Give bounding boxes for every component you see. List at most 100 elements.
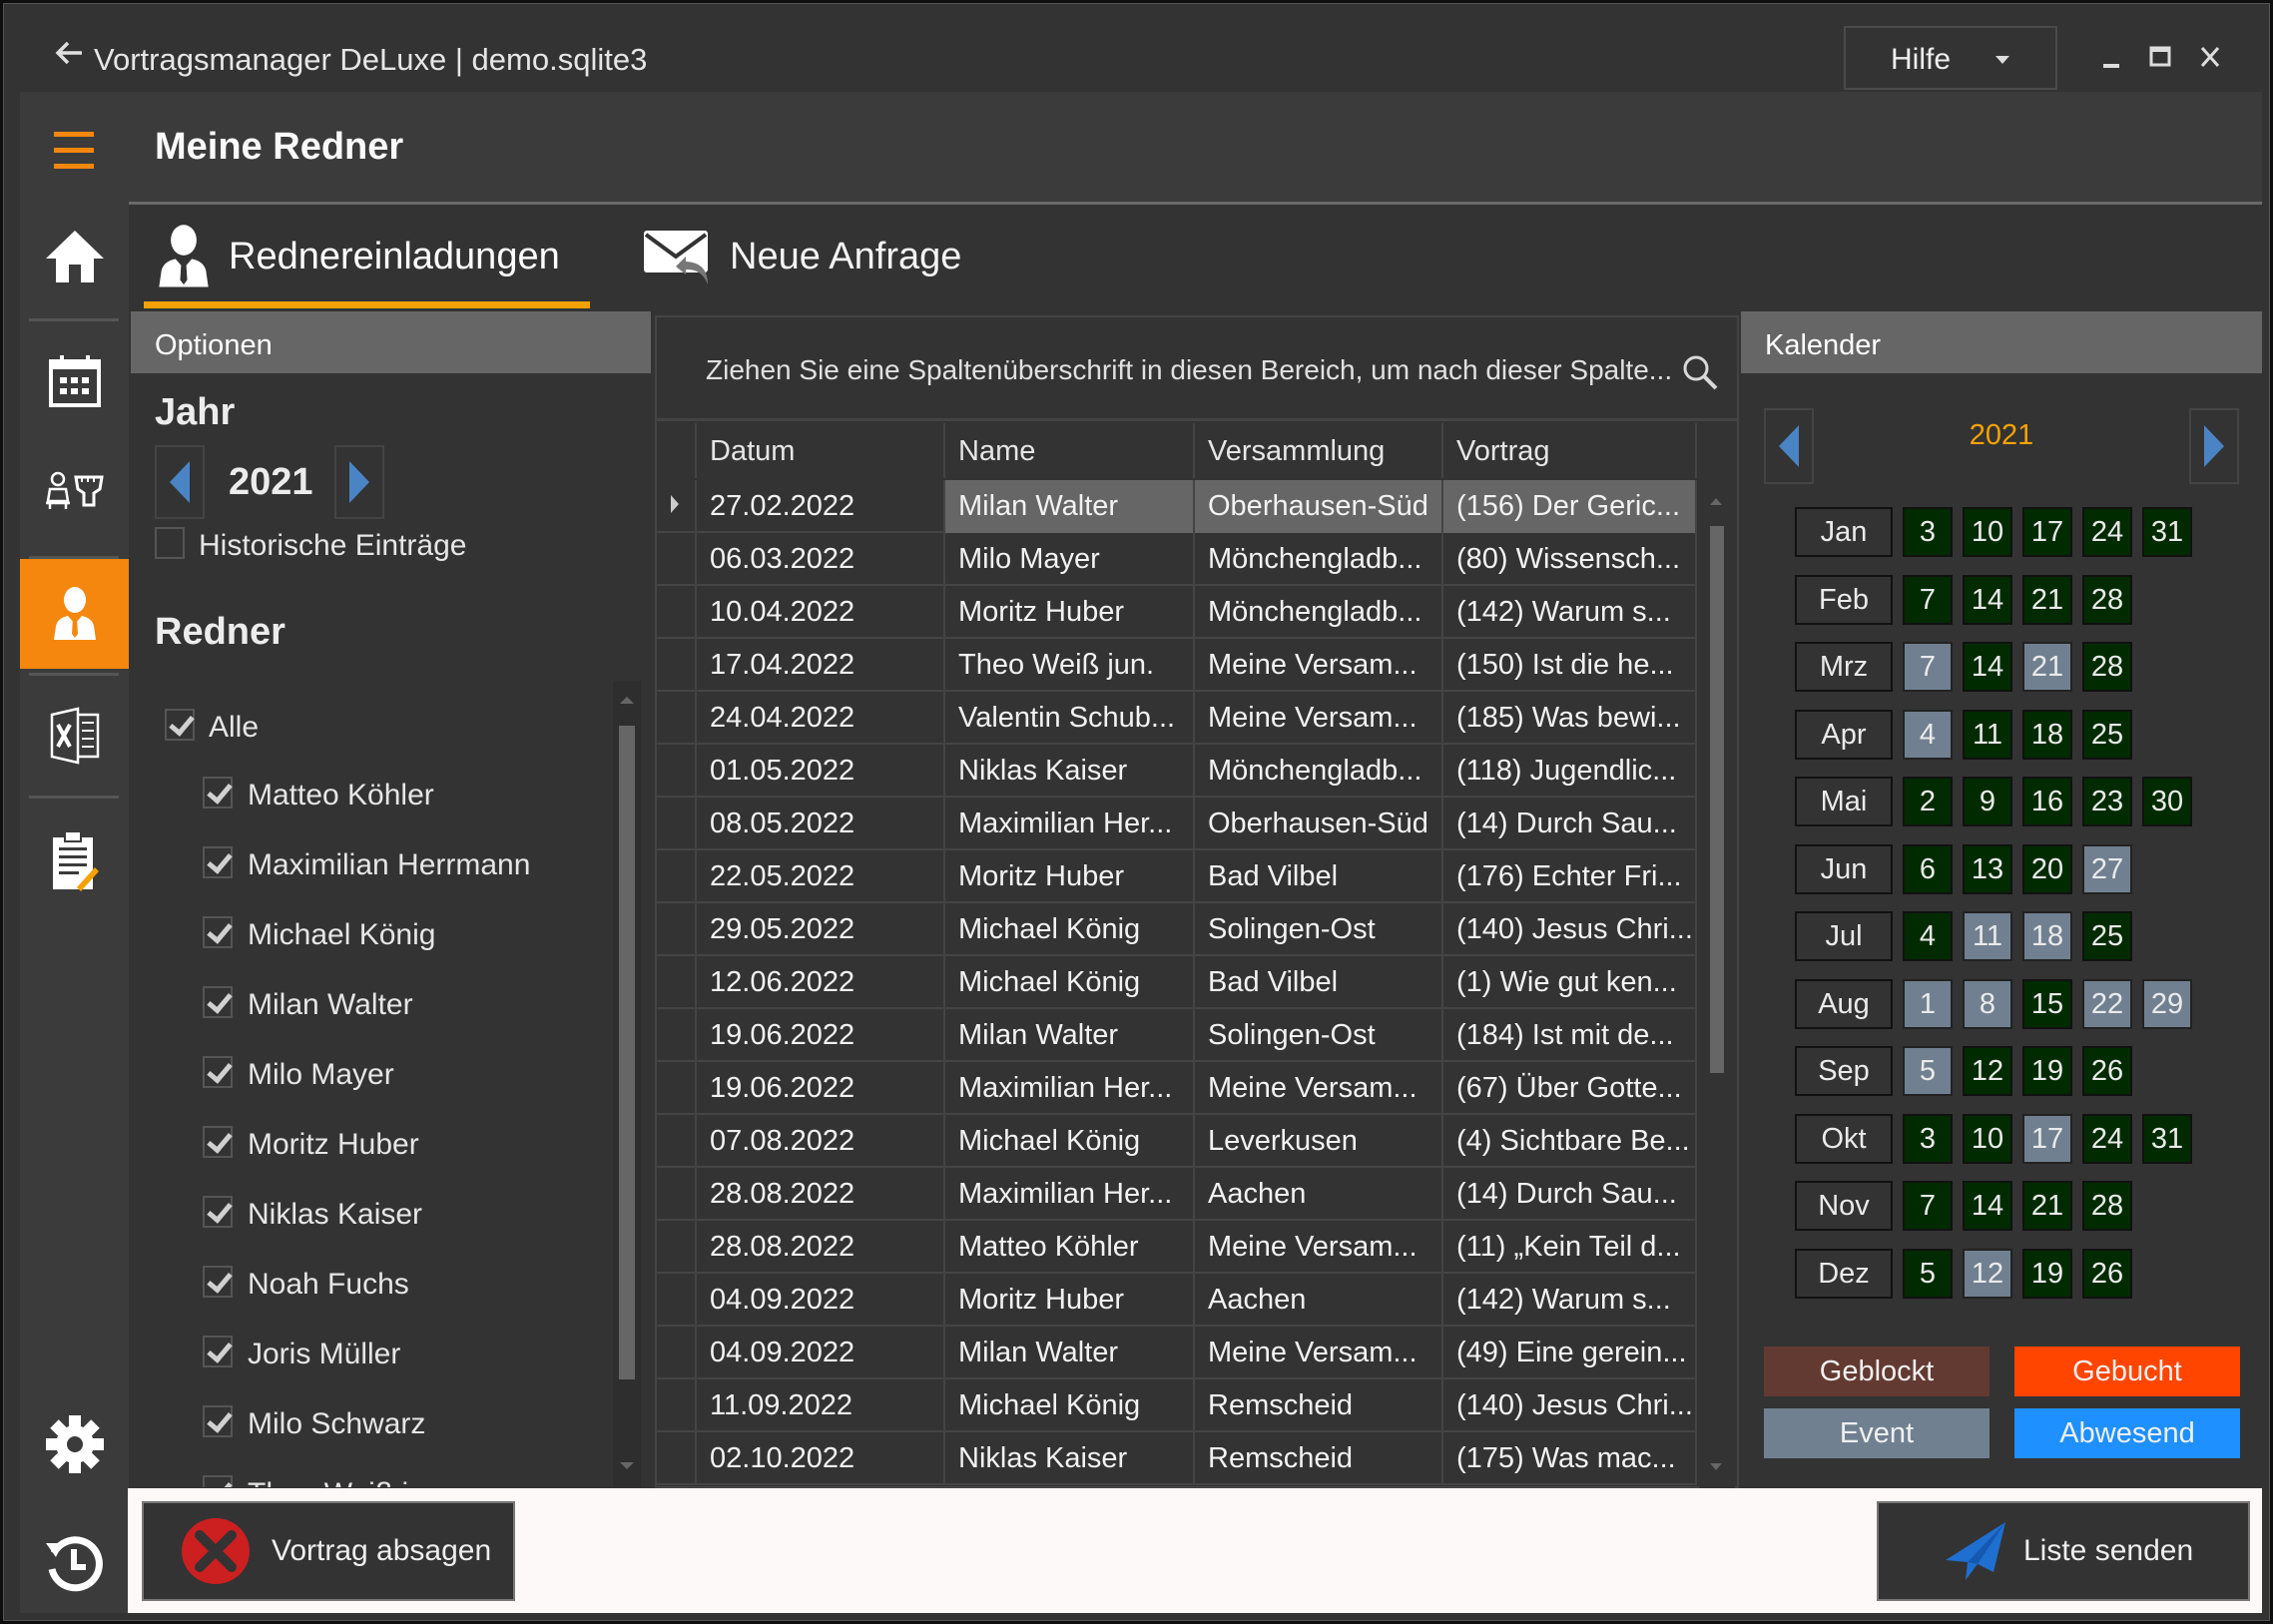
table-row[interactable]: 19.06.2022 Milan Walter Solingen-Ost (184) … xyxy=(657,1009,1697,1062)
speaker-checkbox[interactable] xyxy=(203,1196,233,1228)
cell-vortrag[interactable]: (175) Was mac... xyxy=(1443,1432,1697,1485)
calendar-month-label[interactable]: Aug xyxy=(1795,978,1893,1029)
cell-datum[interactable]: 07.08.2022 xyxy=(697,1115,945,1168)
calendar-day-event[interactable]: 8 xyxy=(1963,978,2012,1029)
speaker-checkbox[interactable] xyxy=(203,1475,233,1487)
send-list-button[interactable]: Liste senden xyxy=(1877,1501,2250,1601)
calendar-day-event[interactable]: 7 xyxy=(1903,642,1953,692)
calendar-day-event[interactable]: 29 xyxy=(2142,978,2192,1029)
cell-vortrag[interactable]: (142) Warum s... xyxy=(1443,1274,1697,1327)
calendar-day-free[interactable]: 23 xyxy=(2082,777,2132,826)
table-row[interactable]: 10.04.2022 Moritz Huber Mönchengladb... (14… xyxy=(657,586,1697,639)
calendar-day-event[interactable]: 22 xyxy=(2082,978,2132,1029)
cell-vortrag[interactable]: (49) Eine gerein... xyxy=(1443,1327,1697,1379)
cell-versammlung[interactable]: Mönchengladb... xyxy=(1195,533,1443,586)
speaker-checkbox[interactable] xyxy=(203,1266,233,1298)
cell-versammlung[interactable]: Remscheid xyxy=(1195,1379,1443,1432)
cell-vortrag[interactable]: (14) Durch Sau... xyxy=(1443,798,1697,850)
calendar-day-free[interactable]: 14 xyxy=(1963,1181,2012,1231)
table-row[interactable]: 12.06.2022 Michael König Bad Vilbel (1) Wie… xyxy=(657,956,1697,1009)
cell-vortrag[interactable]: (156) Der Geric... xyxy=(1443,480,1697,533)
row-indicator[interactable] xyxy=(657,1115,697,1168)
sidebar-item-calendar[interactable] xyxy=(20,341,129,421)
minimize-button[interactable] xyxy=(2093,42,2129,72)
row-indicator[interactable] xyxy=(657,639,697,692)
cell-datum[interactable]: 12.06.2022 xyxy=(697,956,945,1009)
row-indicator[interactable] xyxy=(657,1062,697,1115)
cell-datum[interactable]: 17.04.2022 xyxy=(697,639,945,692)
cell-name[interactable]: Matteo Köhler xyxy=(945,1221,1195,1274)
cell-vortrag[interactable]: (67) Über Gotte... xyxy=(1443,1062,1697,1115)
calendar-day-free[interactable]: 24 xyxy=(2082,507,2132,557)
cell-name[interactable]: Michael König xyxy=(945,1115,1195,1168)
calendar-day-free[interactable]: 25 xyxy=(2082,911,2132,961)
cancel-talk-button[interactable]: Vortrag absagen xyxy=(142,1501,515,1601)
speaker-checkbox[interactable] xyxy=(203,916,233,948)
cell-name[interactable]: Milan Walter xyxy=(945,1009,1195,1062)
cell-name[interactable]: Milan Walter xyxy=(945,480,1195,533)
calendar-day-free[interactable]: 5 xyxy=(1903,1248,1953,1299)
table-row[interactable]: 08.05.2022 Maximilian Her... Oberhausen-Sü… xyxy=(657,798,1697,850)
tab-rednereinladungen[interactable]: Rednereinladungen xyxy=(157,205,560,308)
calendar-day-free[interactable]: 9 xyxy=(1963,777,2012,826)
calendar-day-free[interactable]: 31 xyxy=(2142,1113,2192,1164)
cell-versammlung[interactable]: Bad Vilbel xyxy=(1195,956,1443,1009)
hamburger-menu-icon[interactable] xyxy=(54,132,94,169)
all-speakers-checkbox[interactable] xyxy=(165,709,195,741)
calendar-day-free[interactable]: 26 xyxy=(2082,1248,2132,1299)
table-row[interactable]: 07.08.2022 Michael König Leverkusen (4) Sic… xyxy=(657,1115,1697,1168)
cell-vortrag[interactable]: (14) Durch Sau... xyxy=(1443,1168,1697,1221)
cell-versammlung[interactable]: Mönchengladb... xyxy=(1195,586,1443,639)
calendar-month-label[interactable]: Feb xyxy=(1795,574,1893,625)
table-row[interactable]: 01.05.2022 Niklas Kaiser Mönchengladb... (1… xyxy=(657,745,1697,798)
table-row[interactable]: 02.10.2022 Niklas Kaiser Remscheid (175) Wa… xyxy=(657,1432,1697,1485)
calendar-day-free[interactable]: 24 xyxy=(2082,1113,2132,1164)
table-row[interactable]: 17.04.2022 Theo Weiß jun. Meine Versam...(… xyxy=(657,639,1697,692)
cell-datum[interactable]: 28.08.2022 xyxy=(697,1221,945,1274)
calendar-day-free[interactable]: 18 xyxy=(2022,709,2072,760)
calendar-day-free[interactable]: 16 xyxy=(2022,777,2072,826)
row-indicator[interactable] xyxy=(657,956,697,1009)
calendar-day-free[interactable]: 6 xyxy=(1903,843,1953,894)
calendar-day-free[interactable]: 15 xyxy=(2022,978,2072,1029)
close-button[interactable] xyxy=(2192,42,2228,72)
speaker-list-scrollbar[interactable] xyxy=(613,681,641,1487)
cell-versammlung[interactable]: Meine Versam... xyxy=(1195,692,1443,745)
cell-datum[interactable]: 10.04.2022 xyxy=(697,586,945,639)
cell-datum[interactable]: 02.10.2022 xyxy=(697,1432,945,1485)
cell-versammlung[interactable]: Meine Versam... xyxy=(1195,1327,1443,1379)
cell-vortrag[interactable]: (118) Jugendlic... xyxy=(1443,745,1697,798)
cell-vortrag[interactable]: (140) Jesus Chri... xyxy=(1443,1379,1697,1432)
calendar-day-free[interactable]: 20 xyxy=(2022,843,2072,894)
sidebar-item-notes[interactable] xyxy=(20,815,129,905)
calendar-day-free[interactable]: 12 xyxy=(1963,1046,2012,1096)
scrollbar-thumb[interactable] xyxy=(619,726,635,1379)
cell-datum[interactable]: 22.05.2022 xyxy=(697,850,945,903)
cell-versammlung[interactable]: Mönchengladb... xyxy=(1195,745,1443,798)
table-row[interactable]: 24.04.2022 Valentin Schub... Meine Versam.… xyxy=(657,692,1697,745)
calendar-day-free[interactable]: 14 xyxy=(1963,574,2012,625)
calendar-month-label[interactable]: Sep xyxy=(1795,1046,1893,1096)
calendar-day-free[interactable]: 28 xyxy=(2082,642,2132,692)
cell-name[interactable]: Milo Mayer xyxy=(945,533,1195,586)
calendar-day-free[interactable]: 2 xyxy=(1903,777,1953,826)
calendar-day-free[interactable]: 31 xyxy=(2142,507,2192,557)
calendar-month-label[interactable]: Mrz xyxy=(1795,642,1893,692)
speaker-checkbox[interactable] xyxy=(203,986,233,1018)
cell-datum[interactable]: 04.09.2022 xyxy=(697,1274,945,1327)
cell-versammlung[interactable]: Bad Vilbel xyxy=(1195,850,1443,903)
cell-versammlung[interactable]: Solingen-Ost xyxy=(1195,903,1443,956)
calendar-day-event[interactable]: 17 xyxy=(2022,1113,2072,1164)
group-by-panel[interactable]: Ziehen Sie eine Spaltenüberschrift in di… xyxy=(657,317,1737,421)
calendar-day-event[interactable]: 5 xyxy=(1903,1046,1953,1096)
calendar-day-free[interactable]: 17 xyxy=(2022,507,2072,557)
cell-datum[interactable]: 04.09.2022 xyxy=(697,1327,945,1379)
cell-name[interactable]: Niklas Kaiser xyxy=(945,1432,1195,1485)
speaker-checkbox[interactable] xyxy=(203,1336,233,1367)
calendar-day-free[interactable]: 7 xyxy=(1903,1181,1953,1231)
calendar-month-label[interactable]: Jul xyxy=(1795,911,1893,961)
calendar-day-free[interactable]: 4 xyxy=(1903,911,1953,961)
cell-datum[interactable]: 08.05.2022 xyxy=(697,798,945,850)
cell-name[interactable]: Michael König xyxy=(945,956,1195,1009)
cell-vortrag[interactable]: (11) „Kein Teil d... xyxy=(1443,1221,1697,1274)
